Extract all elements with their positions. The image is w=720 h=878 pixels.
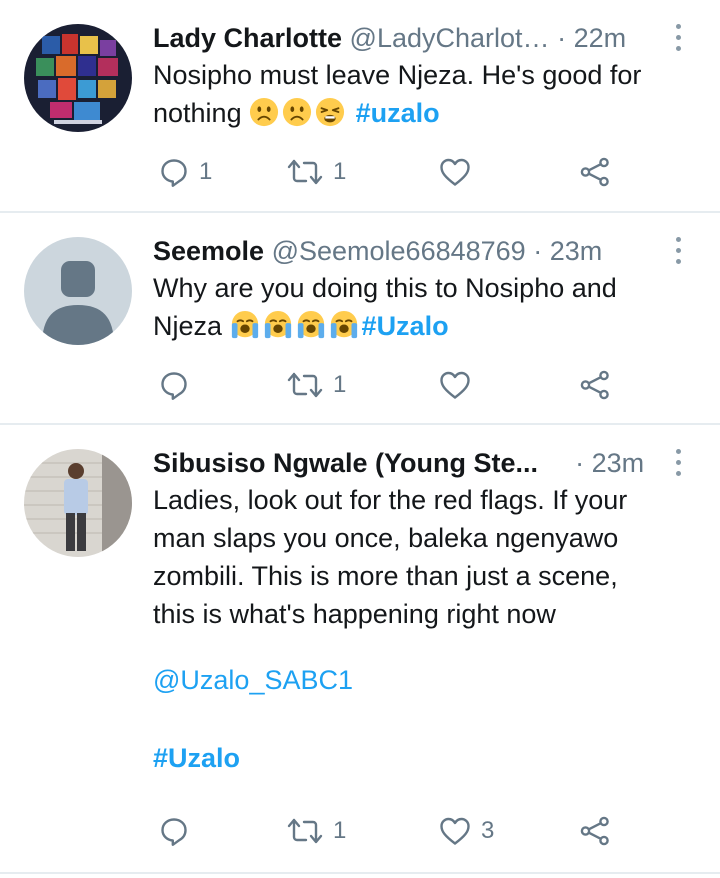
separator-dot: · [575,448,585,478]
retweet-button[interactable]: 1 [287,152,346,192]
tweet[interactable]: Seemole @Seemole66848769 · 23m Why are y… [0,213,720,425]
text-line: man slaps you once, baleka ngenyawo [153,523,619,553]
text-line: nothing [153,98,242,128]
author-handle[interactable]: @Seemole66848769 [272,236,526,266]
like-button[interactable] [439,152,481,192]
tweet-text: Why are you doing this to Nosipho and Nj… [153,269,700,345]
more-vertical-icon[interactable] [674,449,684,479]
default-avatar[interactable] [24,237,132,345]
avatar[interactable] [24,24,132,132]
retweet-count: 1 [333,158,347,185]
loudly-crying-face-icon [263,310,293,340]
separator-dot: · [557,23,567,53]
text-line: Nosipho must leave Njeza. He's good for [153,60,642,90]
retweet-button[interactable]: 1 [287,365,346,405]
slightly-frowning-face-icon [249,97,279,127]
reply-button[interactable] [159,365,199,405]
tweet[interactable]: Lady Charlotte @LadyCharlot… · 22m Nosip… [0,0,720,213]
slightly-frowning-face-icon [282,97,312,127]
reply-icon [159,816,189,846]
like-button[interactable] [439,365,481,405]
share-button[interactable] [579,152,611,192]
retweet-icon [287,370,323,400]
reply-icon [159,370,189,400]
avatar[interactable] [24,449,132,557]
tweet-actions: 1 [153,365,653,405]
tweet-actions: 1 1 [153,152,653,192]
reply-button[interactable] [159,811,199,851]
text-line: Why are you doing this to Nosipho and [153,273,617,303]
timestamp[interactable]: 22m [574,23,627,53]
mention-paragraph: @Uzalo_SABC1 [153,661,700,699]
reply-count: 1 [199,158,213,185]
tweet-header: Sibusiso Ngwale (Young Ste... · 23m [153,445,684,481]
mention-link[interactable]: @Uzalo_SABC1 [153,665,353,695]
tweet[interactable]: Sibusiso Ngwale (Young Ste... · 23m Ladi… [0,425,720,874]
text-line: Njeza [153,311,223,341]
tweet-feed: Lady Charlotte @LadyCharlot… · 22m Nosip… [0,0,720,874]
retweet-count: 1 [333,371,347,398]
retweet-button[interactable]: 1 [287,811,346,851]
heart-icon [439,157,471,187]
reply-icon [159,157,189,187]
author-handle[interactable]: @LadyCharlot… [350,23,550,53]
tweet-actions: 1 3 [153,811,653,851]
tweet-text: Nosipho must leave Njeza. He's good for … [153,56,700,132]
share-icon [579,816,611,846]
text-line: this is what's happening right now [153,599,556,629]
retweet-icon [287,816,323,846]
hashtag-link[interactable]: #Uzalo [153,743,240,773]
loudly-crying-face-icon [329,310,359,340]
loudly-crying-face-icon [296,310,326,340]
share-button[interactable] [579,811,611,851]
like-count: 3 [481,817,495,844]
share-button[interactable] [579,365,611,405]
timestamp[interactable]: 23m [550,236,603,266]
share-icon [579,157,611,187]
author-name[interactable]: Seemole [153,236,264,266]
weary-face-icon [315,97,345,127]
more-vertical-icon[interactable] [674,24,684,54]
heart-icon [439,370,471,400]
hashtag-paragraph: #Uzalo [153,739,700,777]
separator-dot: · [533,236,543,266]
hashtag-link[interactable]: #Uzalo [362,311,449,341]
tweet-header: Lady Charlotte @LadyCharlot… · 22m [153,20,684,56]
author-name[interactable]: Sibusiso Ngwale (Young Ste... [153,448,538,478]
hashtag-link[interactable]: #uzalo [356,98,440,128]
tweet-text: Ladies, look out for the red flags. If y… [153,481,700,633]
like-button[interactable]: 3 [439,811,494,851]
share-icon [579,370,611,400]
retweet-icon [287,157,323,187]
tweet-header: Seemole @Seemole66848769 · 23m [153,233,684,269]
text-line: Ladies, look out for the red flags. If y… [153,485,628,515]
loudly-crying-face-icon [230,310,260,340]
text-line: zombili. This is more than just a scene, [153,561,618,591]
reply-button[interactable]: 1 [159,152,212,192]
timestamp[interactable]: 23m [592,448,645,478]
heart-icon [439,816,471,846]
more-vertical-icon[interactable] [674,237,684,267]
author-name[interactable]: Lady Charlotte [153,23,342,53]
retweet-count: 1 [333,817,347,844]
